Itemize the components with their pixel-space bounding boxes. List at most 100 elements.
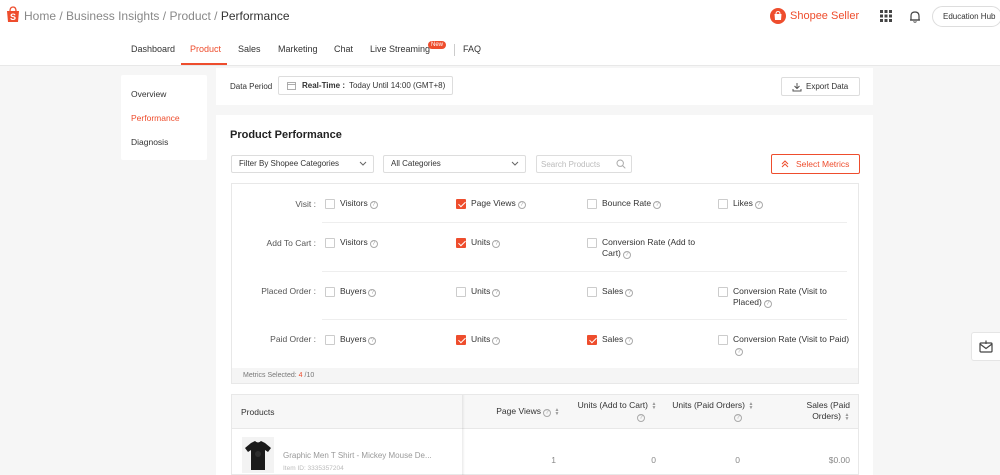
metric-label: Units?: [471, 237, 501, 248]
question-mark-icon[interactable]: ?: [517, 201, 526, 209]
download-icon: [792, 83, 802, 92]
question-mark-icon[interactable]: ?: [625, 337, 634, 345]
tab-faq[interactable]: FAQ: [463, 44, 481, 54]
side-item-diagnosis[interactable]: Diagnosis: [131, 137, 168, 147]
checkbox-paid-units[interactable]: [456, 335, 466, 345]
checkbox-visit-bounce-rate[interactable]: [587, 199, 597, 209]
row-divider: [322, 319, 847, 320]
question-mark-icon[interactable]: ?: [763, 300, 772, 308]
data-period-picker[interactable]: Real-Time : Today Until 14:00 (GMT+8): [278, 76, 453, 95]
cell-units-paid-orders: 0: [735, 455, 740, 465]
shopee-bag-icon[interactable]: S: [6, 6, 20, 23]
metric-label: Visitors?: [340, 237, 378, 248]
product-item-id: Item ID: 3335357204: [283, 465, 344, 472]
checkbox-paid-buyers[interactable]: [325, 335, 335, 345]
column-header-sales-paid-orders[interactable]: Sales (Paid Orders) ▲ ▼: [780, 400, 850, 422]
new-badge: New: [428, 41, 447, 49]
tab-live-streaming[interactable]: Live Streaming: [370, 44, 430, 54]
product-name[interactable]: Graphic Men T Shirt - Mickey Mouse De...: [283, 451, 432, 460]
table-header: Products Page Views ?▲ ▼ Units (Add to Car…: [232, 395, 858, 429]
metric-label: Visitors?: [340, 198, 378, 209]
checkbox-paid-sales[interactable]: [587, 335, 597, 345]
checkbox-cart-conversion-rate[interactable]: [587, 238, 597, 248]
active-tab-underline: [181, 63, 227, 65]
side-item-overview[interactable]: Overview: [131, 89, 166, 99]
checkbox-placed-buyers[interactable]: [325, 287, 335, 297]
checkbox-visit-page-views[interactable]: [456, 199, 466, 209]
breadcrumb-business-insights[interactable]: Business Insights: [66, 9, 159, 23]
question-mark-icon[interactable]: ?: [492, 240, 501, 248]
notification-bell-icon[interactable]: [909, 10, 921, 23]
tab-marketing[interactable]: Marketing: [278, 44, 318, 54]
metrics-max-count: /10: [304, 372, 315, 379]
sort-icon[interactable]: ▲ ▼: [844, 412, 850, 421]
metric-label: Page Views?: [471, 198, 526, 209]
metric-label: Units?: [471, 334, 501, 345]
tab-sales[interactable]: Sales: [238, 44, 261, 54]
export-data-button[interactable]: Export Data: [781, 77, 860, 96]
sort-icon[interactable]: ▲ ▼: [554, 407, 560, 416]
question-mark-icon[interactable]: ?: [754, 201, 763, 209]
question-mark-icon[interactable]: ?: [625, 289, 634, 297]
row-divider: [322, 222, 847, 223]
question-mark-icon[interactable]: ?: [622, 251, 631, 259]
shopee-seller-logo-icon: [770, 8, 786, 24]
checkbox-placed-sales[interactable]: [587, 287, 597, 297]
question-mark-icon[interactable]: ?: [368, 289, 377, 297]
export-data-label: Export Data: [806, 82, 849, 91]
cell-sales-paid-orders: $0.00: [828, 455, 850, 465]
question-mark-icon[interactable]: ?: [637, 414, 645, 422]
question-mark-icon[interactable]: ?: [735, 348, 743, 356]
question-mark-icon[interactable]: ?: [653, 201, 662, 209]
column-header-page-views[interactable]: Page Views ?▲ ▼: [490, 406, 560, 417]
checkbox-cart-visitors[interactable]: [325, 238, 335, 248]
question-mark-icon[interactable]: ?: [368, 337, 377, 345]
product-thumbnail[interactable]: [242, 437, 274, 473]
metrics-row-label: Paid Order :: [270, 334, 316, 344]
metrics-row-label: Add To Cart :: [266, 238, 316, 248]
select-metrics-button[interactable]: Select Metrics: [771, 154, 860, 174]
checkbox-cart-units[interactable]: [456, 238, 466, 248]
question-mark-icon[interactable]: ?: [734, 414, 742, 422]
checkbox-paid-conversion-rate[interactable]: [718, 335, 728, 345]
question-mark-icon[interactable]: ?: [492, 289, 501, 297]
chevron-down-icon: [359, 161, 367, 166]
question-mark-icon[interactable]: ?: [492, 337, 501, 345]
search-icon[interactable]: [616, 159, 626, 169]
education-hub-button[interactable]: Education Hub: [932, 6, 1000, 27]
svg-text:S: S: [10, 12, 16, 22]
checkbox-visit-likes[interactable]: [718, 199, 728, 209]
question-mark-icon[interactable]: ?: [369, 201, 378, 209]
shopee-seller-brand[interactable]: Shopee Seller: [770, 7, 859, 25]
checkbox-placed-conversion-rate[interactable]: [718, 287, 728, 297]
checkbox-placed-units[interactable]: [456, 287, 466, 297]
all-categories-select[interactable]: All Categories: [383, 155, 526, 173]
metrics-selected-count: 4: [298, 372, 303, 379]
side-item-performance[interactable]: Performance: [131, 113, 180, 123]
breadcrumb-current: Performance: [220, 9, 290, 23]
checkbox-visit-visitors[interactable]: [325, 199, 335, 209]
metric-label: Sales?: [602, 334, 634, 345]
side-menu: Overview Performance Diagnosis: [121, 75, 207, 160]
section-title: Product Performance: [230, 129, 342, 141]
cell-units-add-to-cart: 0: [651, 455, 656, 465]
breadcrumb-home[interactable]: Home: [24, 9, 56, 23]
top-bar: S Home / Business Insights / Product / P…: [0, 0, 1000, 34]
column-header-units-add-to-cart[interactable]: Units (Add to Cart) ▲ ▼?: [567, 400, 657, 422]
tab-chat[interactable]: Chat: [334, 44, 353, 54]
breadcrumb-product[interactable]: Product: [169, 9, 210, 23]
apps-grid-icon[interactable]: [880, 10, 892, 22]
tab-product[interactable]: Product: [190, 44, 221, 54]
filter-categories-select[interactable]: Filter By Shopee Categories: [231, 155, 374, 173]
column-header-units-paid-orders[interactable]: Units (Paid Orders) ▲ ▼?: [664, 400, 754, 422]
sort-icon[interactable]: ▲ ▼: [651, 401, 657, 410]
tab-dashboard[interactable]: Dashboard: [131, 44, 175, 54]
mail-icon: [979, 340, 993, 353]
chevron-down-icon: [511, 161, 519, 166]
metric-label: Buyers?: [340, 334, 377, 345]
question-mark-icon[interactable]: ?: [369, 240, 378, 248]
sort-icon[interactable]: ▲ ▼: [748, 401, 754, 410]
floating-message-button[interactable]: [971, 332, 1000, 361]
question-mark-icon[interactable]: ?: [543, 409, 551, 417]
select-metrics-label: Select Metrics: [796, 159, 850, 169]
